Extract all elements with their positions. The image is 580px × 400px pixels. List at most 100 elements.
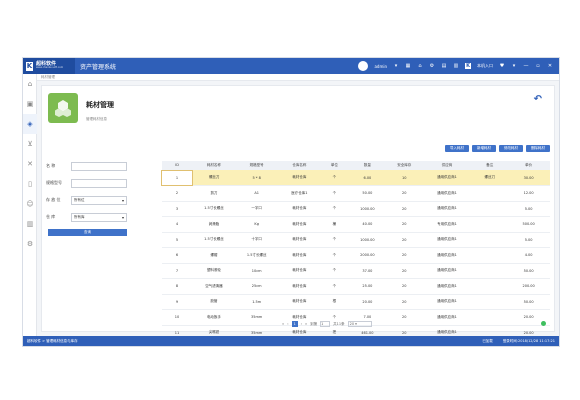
table-cell: 1000.00 <box>347 201 387 217</box>
table-row[interactable]: 4 润滑脂 Kg 耗材仓库桶 40.00 20 专用供应商1 500.00 <box>161 216 550 233</box>
table-row[interactable]: 7 塑料滚轮 10cm 耗材仓库个 37.00 20 通用供应商1 50.00 <box>161 263 550 279</box>
chart-icon[interactable]: ▥ <box>453 63 459 69</box>
app-window: K 超科软件 www.chaoke soft.com 资产管理系统 admin … <box>22 57 560 347</box>
table-cell: 专用供应商1 <box>421 216 473 233</box>
table-cell: 20 <box>386 263 422 279</box>
table-cell: 桶 <box>320 216 348 233</box>
table-cell: 25cm <box>235 278 279 295</box>
table-row[interactable]: 1 螺丝刀 5 * 8 耗材仓库个 6.00 10 通用供应商1 螺丝刀 30.00 <box>160 169 550 186</box>
breadcrumb-item[interactable]: 耗材管理 <box>41 75 55 79</box>
last-page-icon[interactable]: » <box>305 322 307 326</box>
query-button[interactable]: 查询 <box>48 229 127 236</box>
col-supplier[interactable]: 供应商 <box>421 161 473 170</box>
col-warehouse[interactable]: 仓库名称 <box>278 161 321 170</box>
cart-icon[interactable]: ⊻ <box>23 134 37 154</box>
table-row[interactable]: 8 空气滤清器 25cm 耗材仓库个 25.00 20 通用供应商1 200.00 <box>161 278 550 295</box>
table-row[interactable]: 3 1.5寸长螺丝 一字口 耗材仓库个 1000.00 20 通用供应商1 5.00 <box>161 201 550 217</box>
table-cell: 50.00 <box>507 294 550 310</box>
table-cell: 根 <box>320 294 348 310</box>
table-cell: 20 <box>386 294 422 310</box>
col-qty[interactable]: 数量 <box>347 161 387 170</box>
file-icon[interactable]: ▯ <box>23 174 37 194</box>
prev-page-icon[interactable]: ‹ <box>287 322 288 326</box>
warehouse-label: 仓 库 <box>46 214 56 219</box>
menu-icon[interactable]: ▾ <box>511 63 517 69</box>
first-page-icon[interactable]: « <box>282 322 284 326</box>
col-price[interactable]: 单价 <box>507 161 550 170</box>
heart-icon[interactable]: ♥ <box>499 63 505 69</box>
goto-page-input[interactable]: 1 <box>320 321 331 327</box>
table-cell: 1.5寸长螺丝 <box>235 247 279 264</box>
table-cell: 2 <box>161 185 193 202</box>
document-icon[interactable]: ▣ <box>23 94 37 114</box>
model-input[interactable] <box>71 178 127 188</box>
location-select[interactable]: 所有位 ▾ <box>71 195 127 205</box>
grid-icon[interactable]: ▦ <box>405 63 411 69</box>
table-row[interactable]: 6 螺帽 1.5寸长螺丝 耗材仓库个 2000.00 20 通用供应商1 4.00 <box>161 247 550 264</box>
table-cell: 1000.00 <box>347 232 387 248</box>
restore-icon[interactable]: ▫ <box>535 63 541 69</box>
table-cell: 1.5m <box>235 294 279 310</box>
table-cell: 10cm <box>235 263 279 279</box>
top-bar: K 超科软件 www.chaoke soft.com 资产管理系统 admin … <box>23 58 559 74</box>
back-arrow-icon[interactable]: ↶ <box>534 94 542 105</box>
table-cell: 1.5寸长螺丝 <box>192 232 236 248</box>
page-header: 耗材管理 管理耗材信息 ↶ <box>46 90 550 128</box>
col-model[interactable]: 规格型号 <box>235 161 279 170</box>
status-right: 登录时间:2018/12/28 11:17:21 <box>502 338 555 343</box>
table-cell: 2000.00 <box>347 247 387 264</box>
col-safety[interactable]: 安全库存 <box>386 161 422 170</box>
minimize-icon[interactable]: — <box>523 63 529 69</box>
table-cell: 1 <box>160 169 194 186</box>
table-cell: 35mm <box>235 309 279 326</box>
col-name[interactable]: 耗材名称 <box>192 161 236 170</box>
status-bar: 超科软件 > 管理耗材信息与库存 已加载 登录时间:2018/12/28 11:… <box>23 336 559 346</box>
print-icon[interactable]: ▤ <box>441 63 447 69</box>
table-cell: 耗材仓库 <box>278 278 321 295</box>
home-icon[interactable]: ⌂ <box>23 74 37 94</box>
tools-icon[interactable]: ✕ <box>23 154 37 174</box>
chevron-down-icon[interactable]: ▾ <box>393 63 399 69</box>
page-size-select[interactable]: 20 ▾ <box>347 321 372 327</box>
table-cell: 500.00 <box>507 216 550 233</box>
table-cell: 50.00 <box>507 263 550 279</box>
table-cell: 通用供应商1 <box>421 309 473 326</box>
table-cell: 通用供应商1 <box>421 201 473 217</box>
entry-link[interactable]: 本机入口 <box>477 63 493 69</box>
table-row[interactable]: 5 1.5寸长螺丝 十字口 耗材仓库个 1000.00 20 通用供应商1 5.00 <box>161 232 550 248</box>
col-note[interactable]: 备注 <box>472 161 508 170</box>
add-button[interactable]: 新增耗材 <box>472 145 496 152</box>
import-button[interactable]: 导入耗材 <box>445 145 469 152</box>
table-cell: 6 <box>161 247 193 264</box>
close-icon[interactable]: ✕ <box>547 63 553 69</box>
pagination: « ‹ 1 › » 到第 1 共11条 20 ▾ <box>282 321 372 327</box>
box-icon[interactable]: ◈ <box>23 114 37 134</box>
settings-icon[interactable]: ⚙ <box>23 234 37 254</box>
col-unit[interactable]: 单位 <box>320 161 348 170</box>
table-cell <box>472 232 508 248</box>
goto-label: 到第 <box>310 321 318 326</box>
table-row[interactable]: 9 胶管 1.5m 耗材仓库根 20.00 20 通用供应商1 50.00 <box>161 294 550 310</box>
status-mid: 已加载 <box>482 338 493 343</box>
k-badge[interactable]: K <box>465 63 471 69</box>
edit-button[interactable]: 修改耗材 <box>499 145 523 152</box>
page-subtitle: 管理耗材信息 <box>86 117 107 121</box>
warehouse-select[interactable]: 所有库 ▾ <box>71 212 127 222</box>
user-icon[interactable]: ☺ <box>23 194 37 214</box>
page-number[interactable]: 1 <box>291 321 298 327</box>
total-label: 共11条 <box>333 321 345 326</box>
user-name[interactable]: admin <box>374 64 387 69</box>
table-cell: 通用供应商1 <box>421 170 473 186</box>
home-icon[interactable]: ⌂ <box>417 63 423 69</box>
next-page-icon[interactable]: › <box>301 322 302 326</box>
table-header: ID 耗材名称 规格型号 仓库名称 单位 数量 安全库存 供应商 备注 单价 <box>161 161 550 170</box>
gear-icon[interactable]: ⚙ <box>429 63 435 69</box>
col-id[interactable]: ID <box>161 161 193 170</box>
table-cell: Kg <box>235 216 279 233</box>
name-input[interactable] <box>71 161 127 171</box>
delete-button[interactable]: 删除耗材 <box>526 145 550 152</box>
materials-icon <box>48 93 78 123</box>
table-row[interactable]: 2 剪刀 A1 医疗仓库1 个 50.00 20 通用供应商1 12.00 <box>161 185 550 202</box>
report-icon[interactable]: ▥ <box>23 214 37 234</box>
avatar[interactable] <box>358 61 369 71</box>
